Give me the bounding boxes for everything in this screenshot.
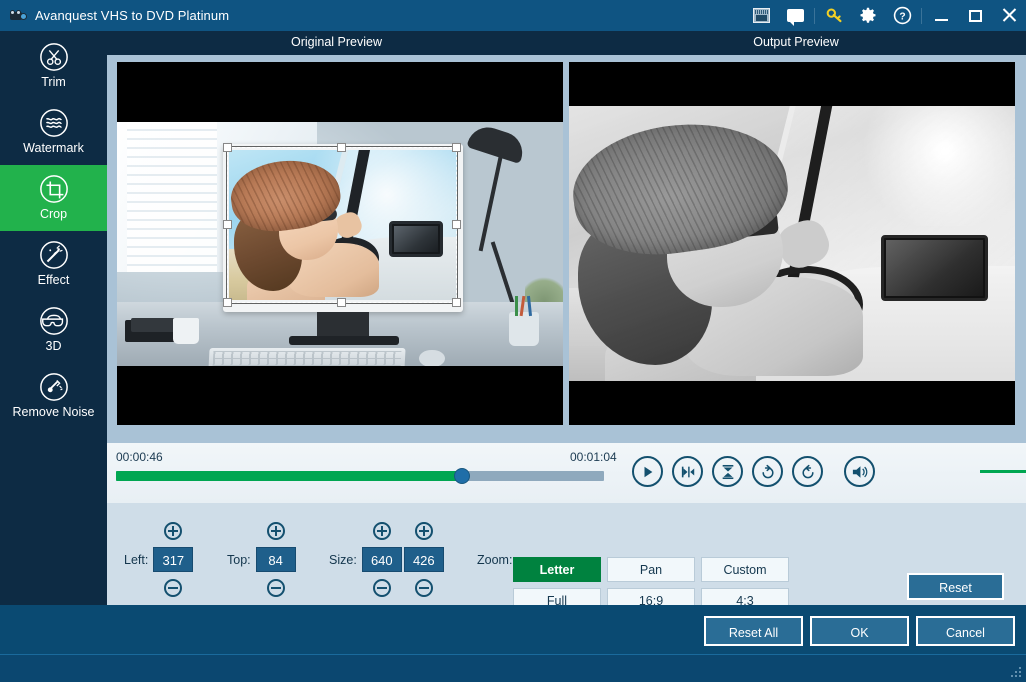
chat-icon[interactable] <box>778 0 812 31</box>
sidebar-item-label: Watermark <box>23 141 84 155</box>
output-preview-canvas[interactable] <box>569 62 1015 425</box>
main-panel: Original Preview Output Preview 00:00:46… <box>107 31 1026 613</box>
window-title: Avanquest VHS to DVD Platinum <box>35 8 230 23</box>
status-bar <box>0 654 1026 682</box>
maximize-button[interactable] <box>958 0 992 31</box>
divider <box>814 7 815 24</box>
svg-text:?: ? <box>899 11 905 22</box>
set-end-button[interactable] <box>712 456 743 487</box>
zoom-preset-pan[interactable]: Pan <box>607 557 695 582</box>
volume-slider[interactable] <box>980 470 1026 473</box>
crop-left-increment-button[interactable] <box>164 522 183 540</box>
crop-left-group: Left: 317 <box>124 522 194 597</box>
sidebar-item-label: Effect <box>37 273 70 287</box>
output-video-frame <box>569 62 1015 425</box>
crop-top-group: Top: 84 <box>227 522 296 597</box>
camcorder-icon <box>9 8 27 24</box>
reset-button[interactable]: Reset <box>907 573 1004 600</box>
volume-button[interactable] <box>844 456 875 487</box>
crop-height-decrement-button[interactable] <box>414 579 433 597</box>
crop-left-label: Left: <box>124 552 149 567</box>
sidebar-item-3d[interactable]: 3D <box>0 297 107 363</box>
title-bar-actions: ? <box>744 0 1026 31</box>
zoom-label: Zoom: <box>477 553 513 567</box>
preview-area <box>107 55 1026 443</box>
minimize-button[interactable] <box>924 0 958 31</box>
sidebar-item-watermark[interactable]: Watermark <box>0 99 107 165</box>
screenshot-icon[interactable] <box>744 0 778 31</box>
gear-icon[interactable] <box>851 0 885 31</box>
current-time-label: 00:00:46 <box>116 450 163 464</box>
close-button[interactable] <box>992 0 1026 31</box>
sidebar-item-trim[interactable]: Trim <box>0 33 107 99</box>
sidebar-item-label: Remove Noise <box>12 405 95 419</box>
key-icon[interactable] <box>817 0 851 31</box>
timeline-progress <box>116 471 463 481</box>
sidebar-item-label: Crop <box>39 207 68 221</box>
crop-left-value[interactable]: 317 <box>153 547 194 572</box>
crop-top-label: Top: <box>227 552 251 567</box>
crop-width-decrement-button[interactable] <box>372 579 391 597</box>
crop-size-label: Size: <box>329 552 357 567</box>
transport-bar: 00:00:46 00:01:04 <box>107 443 1026 503</box>
waves-icon <box>39 108 69 138</box>
application-window: Avanquest VHS to DVD Platinum ? Trim Wat… <box>0 0 1026 682</box>
sidebar-item-label: 3D <box>45 339 62 353</box>
crop-top-decrement-button[interactable] <box>266 579 285 597</box>
reset-all-button[interactable]: Reset All <box>704 616 803 646</box>
preview-headers: Original Preview Output Preview <box>107 31 1026 55</box>
sidebar-item-crop[interactable]: Crop <box>0 165 107 231</box>
original-video-frame <box>117 62 563 425</box>
total-time-label: 00:01:04 <box>570 450 617 464</box>
crop-controls-panel: Left: 317 Top: 84 Size: 640 426 Zoom: Le… <box>107 503 1026 613</box>
title-bar: Avanquest VHS to DVD Platinum ? <box>0 0 1026 31</box>
crop-height-value[interactable]: 426 <box>403 547 444 572</box>
zoom-preset-letter[interactable]: Letter <box>513 557 601 582</box>
original-preview-label: Original Preview <box>290 35 382 49</box>
timeline-slider[interactable] <box>116 468 604 484</box>
crop-height-increment-button[interactable] <box>414 522 433 540</box>
crop-top-increment-button[interactable] <box>266 522 285 540</box>
crop-width-increment-button[interactable] <box>372 522 391 540</box>
footer-bar: Reset All OK Cancel <box>0 605 1026 682</box>
scissors-icon <box>39 42 69 72</box>
magic-wand-icon <box>39 240 69 270</box>
sidebar-item-remove-noise[interactable]: Remove Noise <box>0 363 107 429</box>
play-button[interactable] <box>632 456 663 487</box>
original-preview-canvas[interactable] <box>117 62 563 425</box>
rotate-left-button[interactable] <box>792 456 823 487</box>
crop-size-group: Size: 640 426 <box>329 522 444 597</box>
crop-width-value[interactable]: 640 <box>361 547 402 572</box>
noise-icon <box>39 372 69 402</box>
cancel-button[interactable]: Cancel <box>916 616 1015 646</box>
zoom-preset-custom[interactable]: Custom <box>701 557 789 582</box>
glasses-3d-icon <box>39 306 69 336</box>
resize-grip-icon[interactable] <box>1010 667 1021 678</box>
crop-icon <box>39 174 69 204</box>
playback-controls <box>632 456 875 487</box>
ok-button[interactable]: OK <box>810 616 909 646</box>
sidebar-item-effect[interactable]: Effect <box>0 231 107 297</box>
divider <box>921 7 922 24</box>
set-start-button[interactable] <box>672 456 703 487</box>
help-icon[interactable]: ? <box>885 0 919 31</box>
crop-left-decrement-button[interactable] <box>164 579 183 597</box>
crop-top-value[interactable]: 84 <box>255 547 296 572</box>
output-preview-label: Output Preview <box>753 35 839 49</box>
sidebar: Trim Watermark Crop Effect 3D Remove Noi… <box>0 31 107 605</box>
sidebar-item-label: Trim <box>41 75 66 89</box>
timeline-thumb[interactable] <box>454 468 471 484</box>
rotate-right-button[interactable] <box>752 456 783 487</box>
